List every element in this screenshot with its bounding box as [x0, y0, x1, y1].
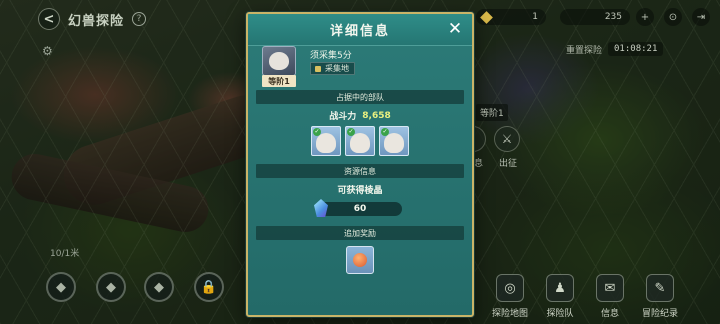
power-row: 战斗力 8,658 [248, 109, 472, 123]
nav-record-label: 冒险纪录 [641, 309, 678, 319]
locked-slot[interactable]: 🔒 [194, 272, 224, 302]
troop-list: ✓ ✓ ✓ [248, 126, 472, 156]
power-value: 8,658 [362, 110, 391, 121]
top-bar-left: < 幻兽探险 ? [38, 8, 147, 30]
mouse-portrait-icon [350, 133, 370, 153]
detail-info-modal: 详细信息 ✕ 等阶1 须采集5分 采集地 占据中的部队 战斗力 8,658 ✓ … [246, 12, 474, 317]
obtainable-label: 可获得棱晶 [337, 186, 383, 196]
nav-info-button[interactable]: ✉ [596, 274, 624, 302]
check-icon: ✓ [313, 128, 321, 136]
modal-header: 详细信息 ✕ [248, 14, 472, 46]
lock-icon: 🔒 [200, 279, 218, 295]
settings-icon[interactable]: ⊙ [664, 8, 682, 26]
requirement-text: 须采集5分 [310, 51, 352, 61]
modal-title: 详细信息 [329, 24, 390, 39]
team-slot[interactable]: ◆ [96, 272, 126, 302]
back-arrow-icon: < [43, 11, 55, 27]
power-label: 战斗力 [329, 112, 357, 122]
fruit-icon [353, 253, 367, 267]
resource-a-value: 1 [532, 12, 538, 22]
shield-icon: ◆ [56, 279, 66, 295]
help-icon[interactable]: ? [132, 12, 147, 26]
resource-node-info: 等阶1 须采集5分 采集地 [248, 46, 472, 90]
nav-info-label: 信息 [600, 309, 619, 319]
resource-b-value: 235 [604, 12, 622, 22]
troop-card[interactable]: ✓ [311, 126, 341, 156]
map-level-chip[interactable]: 等阶1 [476, 104, 508, 121]
gem-icon [480, 10, 493, 24]
record-icon: ✎ [654, 280, 666, 296]
team-icon: ♟ [554, 280, 566, 296]
level-tag: 等阶1 [262, 75, 296, 87]
troop-card[interactable]: ✓ [379, 126, 409, 156]
info-map-label: 息 [474, 159, 484, 169]
depart-button[interactable]: ⚔ [494, 126, 520, 152]
info-icon: ✉ [604, 280, 616, 296]
occupying-section-header: 占据中的部队 [256, 90, 464, 104]
timer-row: 重置探险 01:08:21 [566, 42, 664, 56]
crystal-value: 60 [353, 204, 367, 214]
nav-team-button[interactable]: ♟ [546, 274, 574, 302]
nav-record-button[interactable]: ✎ [646, 274, 674, 302]
crossed-swords-icon: ⚔ [501, 132, 513, 146]
distance-label: 10/1米 [50, 249, 80, 259]
nav-map-label: 探险地图 [491, 309, 528, 319]
node-avatar [262, 46, 296, 76]
mouse-portrait-icon [316, 133, 336, 153]
gather-tag: 采集地 [310, 62, 355, 75]
team-slot[interactable]: ◆ [46, 272, 76, 302]
troop-card[interactable]: ✓ [345, 126, 375, 156]
team-slot[interactable]: ◆ [144, 272, 174, 302]
shield-icon: ◆ [154, 279, 164, 295]
shield-icon: ◆ [106, 279, 116, 295]
add-icon[interactable]: + [636, 8, 654, 26]
back-button[interactable]: < [38, 8, 60, 30]
page-title: 幻兽探险 [68, 13, 125, 29]
resource-section-header: 资源信息 [256, 164, 464, 178]
prism-crystal-icon [314, 199, 328, 217]
nav-map-button[interactable]: ◎ [496, 274, 524, 302]
crystal-reward: 60 [314, 199, 402, 217]
resource-counter-b: 235 [560, 9, 630, 25]
depart-label: 出征 [499, 159, 518, 169]
close-icon[interactable]: ✕ [446, 20, 464, 38]
check-icon: ✓ [381, 128, 389, 136]
mouse-portrait-icon [269, 52, 289, 70]
gear-icon[interactable]: ⚙ [42, 44, 53, 58]
resource-counter-a: 1 [476, 9, 546, 25]
mouse-portrait-icon [384, 133, 404, 153]
bonus-section-header: 追加奖励 [256, 226, 464, 240]
expedition-timer: 01:08:21 [608, 42, 664, 56]
nav-team-label: 探险队 [546, 309, 574, 319]
bonus-reward-item[interactable] [346, 246, 374, 274]
redo-label[interactable]: 重置探险 [566, 43, 602, 56]
exit-icon[interactable]: ⇥ [692, 8, 710, 26]
check-icon: ✓ [347, 128, 355, 136]
map-icon: ◎ [504, 280, 516, 296]
